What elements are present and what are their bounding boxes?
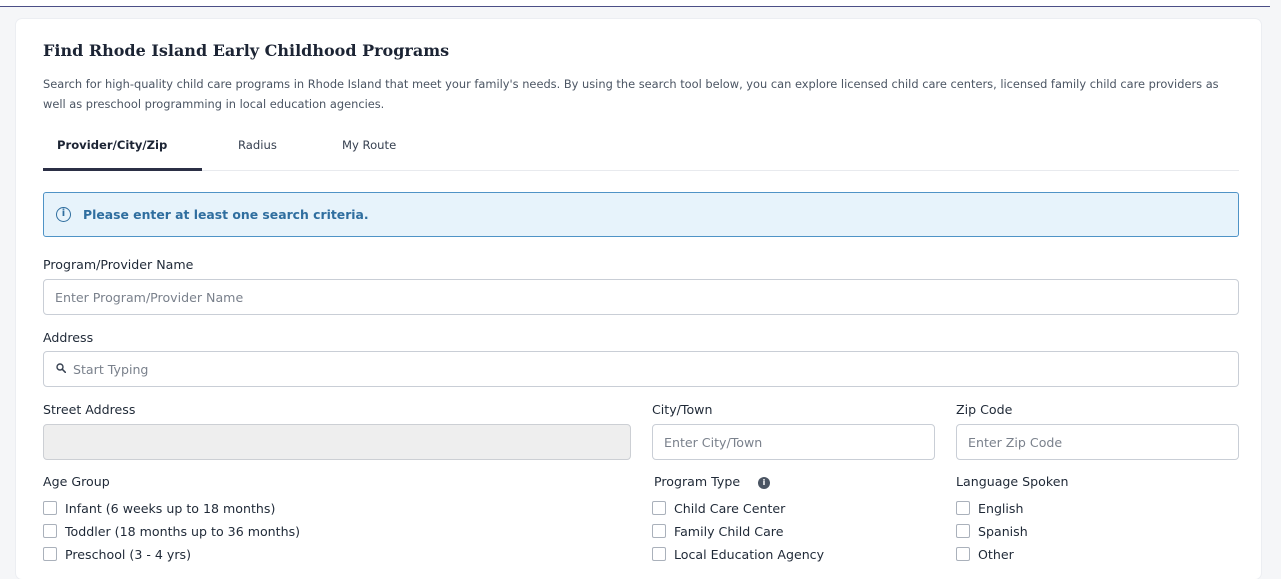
provider-name-label: Program/Provider Name xyxy=(43,257,194,272)
city-input[interactable] xyxy=(652,424,935,460)
tab-my-route[interactable]: My Route xyxy=(342,138,396,152)
address-search-input[interactable] xyxy=(43,351,1239,387)
language-other-label: Other xyxy=(978,546,1014,562)
language-english-checkbox[interactable] xyxy=(956,501,970,515)
program-lea-checkbox[interactable] xyxy=(652,547,666,561)
age-infant-label: Infant (6 weeks up to 18 months) xyxy=(65,500,276,516)
page-title: Find Rhode Island Early Childhood Progra… xyxy=(43,41,450,60)
info-icon: i xyxy=(56,207,71,222)
age-toddler-label: Toddler (18 months up to 36 months) xyxy=(65,523,301,539)
language-english-option[interactable]: English xyxy=(956,499,1023,517)
age-infant-option[interactable]: Infant (6 weeks up to 18 months) xyxy=(43,499,275,517)
age-preschool-checkbox[interactable] xyxy=(43,547,57,561)
language-spanish-label: Spanish xyxy=(978,523,1028,539)
age-group-label: Age Group xyxy=(43,474,110,489)
program-child-care-center-label: Child Care Center xyxy=(674,500,786,516)
language-spanish-option[interactable]: Spanish xyxy=(956,522,1028,540)
program-family-child-care-checkbox[interactable] xyxy=(652,524,666,538)
program-family-child-care-label: Family Child Care xyxy=(674,523,784,539)
program-type-label: Program Type xyxy=(654,474,741,489)
program-child-care-center-checkbox[interactable] xyxy=(652,501,666,515)
language-spanish-checkbox[interactable] xyxy=(956,524,970,538)
street-address-label: Street Address xyxy=(43,402,136,417)
age-toddler-checkbox[interactable] xyxy=(43,524,57,538)
language-other-option[interactable]: Other xyxy=(956,545,1014,563)
help-icon[interactable]: i xyxy=(758,477,770,489)
info-alert: i Please enter at least one search crite… xyxy=(43,192,1239,237)
provider-name-input[interactable] xyxy=(43,279,1239,315)
language-label: Language Spoken xyxy=(956,474,1069,489)
age-toddler-option[interactable]: Toddler (18 months up to 36 months) xyxy=(43,522,300,540)
alert-message: Please enter at least one search criteri… xyxy=(83,207,369,222)
program-lea-option[interactable]: Local Education Agency xyxy=(652,545,824,563)
search-icon xyxy=(56,363,66,373)
active-tab-indicator xyxy=(43,168,202,171)
street-address-input xyxy=(43,424,631,460)
language-other-checkbox[interactable] xyxy=(956,547,970,561)
program-lea-label: Local Education Agency xyxy=(674,546,825,562)
tab-radius[interactable]: Radius xyxy=(238,138,277,152)
language-english-label: English xyxy=(978,500,1024,516)
search-tabs: Provider/City/Zip Radius My Route xyxy=(43,130,1239,171)
zip-input[interactable] xyxy=(956,424,1239,460)
top-border xyxy=(0,0,1270,7)
zip-label: Zip Code xyxy=(956,402,1013,417)
age-infant-checkbox[interactable] xyxy=(43,501,57,515)
program-child-care-center-option[interactable]: Child Care Center xyxy=(652,499,785,517)
address-label: Address xyxy=(43,330,94,345)
age-preschool-label: Preschool (3 - 4 yrs) xyxy=(65,546,191,562)
page-description: Search for high-quality child care progr… xyxy=(43,77,1219,111)
program-family-child-care-option[interactable]: Family Child Care xyxy=(652,522,783,540)
city-label: City/Town xyxy=(652,402,713,417)
age-preschool-option[interactable]: Preschool (3 - 4 yrs) xyxy=(43,545,191,563)
tab-provider-city-zip[interactable]: Provider/City/Zip xyxy=(57,138,167,152)
